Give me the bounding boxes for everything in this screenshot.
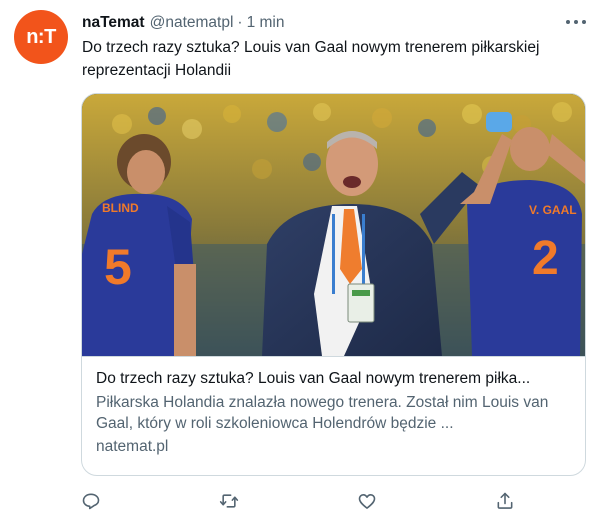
share-icon <box>497 492 513 509</box>
card-body[interactable]: Do trzech razy sztuka? Louis van Gaal no… <box>82 356 585 475</box>
card-description: Piłkarska Holandia znalazła nowego trene… <box>96 394 549 432</box>
reply-icon <box>82 493 100 510</box>
avatar-text: n:T <box>26 25 56 48</box>
display-name[interactable]: naTemat <box>82 14 145 32</box>
card-image[interactable]: 5 BLIND 2 V. GAAL <box>82 94 585 356</box>
card-title[interactable]: Do trzech razy sztuka? Louis van Gaal no… <box>96 368 571 389</box>
like-button[interactable] <box>355 489 379 513</box>
player-left-name: BLIND <box>102 201 139 215</box>
user-handle[interactable]: @natematpl <box>150 14 234 32</box>
timestamp[interactable]: 1 min <box>247 14 285 32</box>
avatar[interactable]: n:T <box>14 10 68 64</box>
like-icon <box>358 494 376 509</box>
tweet-text: Do trzech razy sztuka? Louis van Gaal no… <box>82 39 540 79</box>
card-photo: 5 BLIND 2 V. GAAL <box>82 94 585 356</box>
link-card[interactable]: 5 BLIND 2 V. GAAL Do trzech razy sztuka?… <box>81 93 586 476</box>
tweet[interactable]: n:T naTemat @natematpl · 1 min Do trzech… <box>0 0 600 525</box>
separator-dot: · <box>237 14 243 31</box>
player-right-name: V. GAAL <box>529 203 577 217</box>
tweet-header: naTemat @natematpl · 1 min <box>82 12 284 34</box>
tweet-actions <box>79 489 519 513</box>
avatar-logo: n:T <box>26 26 56 49</box>
player-right-number: 2 <box>532 232 559 285</box>
retweet-icon <box>219 494 239 508</box>
share-button[interactable] <box>493 489 517 513</box>
reply-button[interactable] <box>79 489 103 513</box>
more-options-icon[interactable] <box>566 14 586 30</box>
retweet-button[interactable] <box>217 489 241 513</box>
card-domain: natemat.pl <box>96 438 169 455</box>
player-left-number: 5 <box>104 239 132 295</box>
